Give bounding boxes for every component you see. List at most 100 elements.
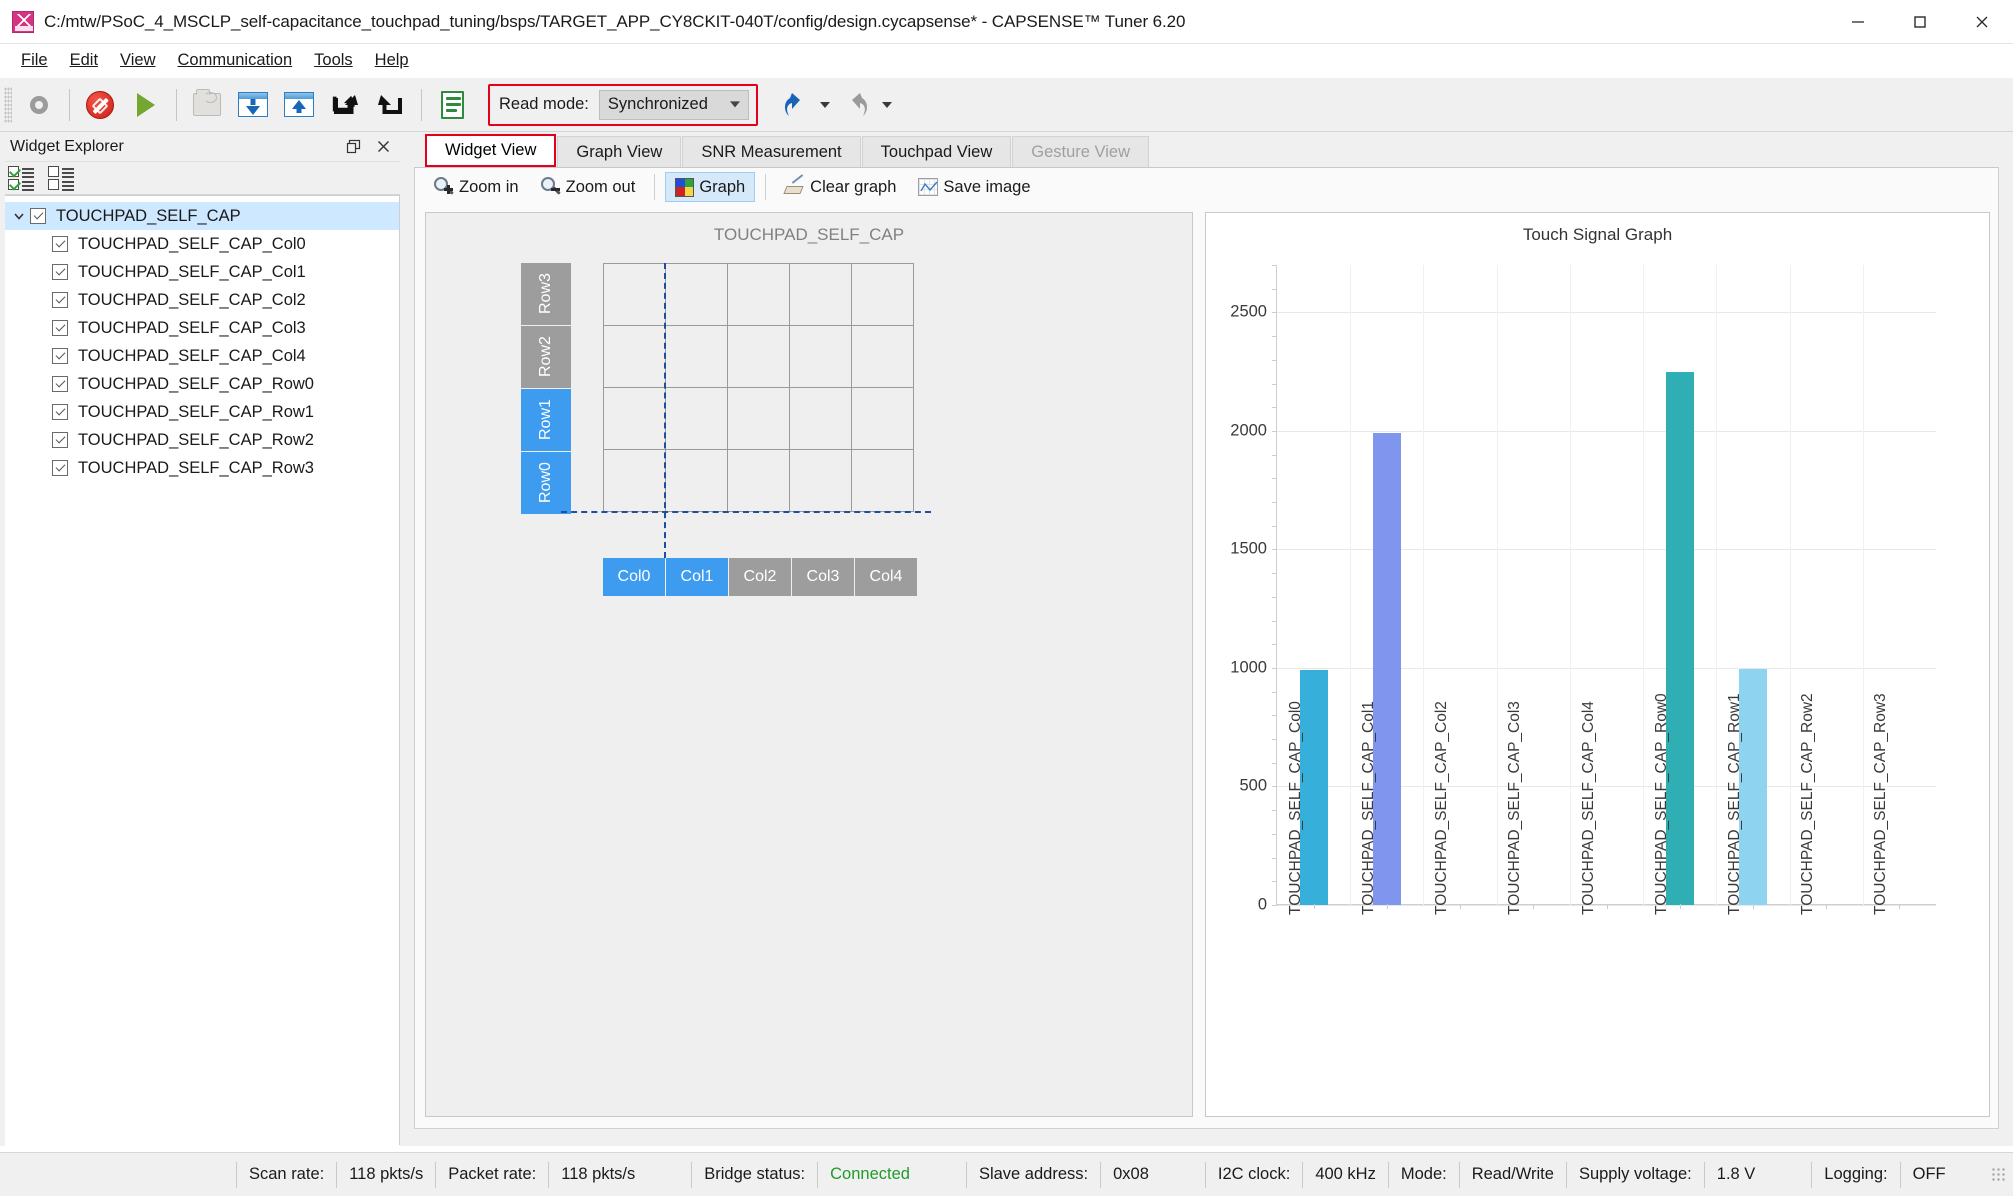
open-configuration-button[interactable] [184,83,230,127]
import-button[interactable] [322,83,368,127]
col-label-col2[interactable]: Col2 [729,558,791,596]
tree-item-checkbox[interactable] [52,460,68,476]
maximize-button[interactable] [1889,0,1951,44]
minimize-button[interactable] [1827,0,1889,44]
disconnect-button[interactable] [77,83,123,127]
chart-y-minor-tick [1272,502,1277,504]
zoom-in-button[interactable]: Zoom in [425,172,528,202]
tree-item-col4[interactable]: TOUCHPAD_SELF_CAP_Col4 [0,342,399,370]
menu-help-label: Help [374,51,409,69]
tree-item-col0[interactable]: TOUCHPAD_SELF_CAP_Col0 [0,230,399,258]
row-label-row2[interactable]: Row2 [521,326,571,388]
touchpad-cell[interactable] [664,386,728,450]
touchpad-cell[interactable] [788,448,852,512]
menu-edit[interactable]: Edit [59,48,109,73]
touchpad-cell[interactable] [664,324,728,388]
graph-toggle-button[interactable]: Graph [665,172,756,202]
row-label-row3[interactable]: Row3 [521,263,571,325]
touchpad-cell[interactable] [850,324,914,388]
tab-snr-measurement[interactable]: SNR Measurement [682,136,861,167]
col-label-col1[interactable]: Col1 [666,558,728,596]
touchpad-cell[interactable] [602,262,666,326]
col-label-col4[interactable]: Col4 [855,558,917,596]
clear-graph-button[interactable]: Clear graph [776,172,905,202]
tree-item-checkbox[interactable] [52,292,68,308]
tree-item-row0[interactable]: TOUCHPAD_SELF_CAP_Row0 [0,370,399,398]
touchpad-cell[interactable] [850,262,914,326]
row-label-row0[interactable]: Row0 [521,452,571,514]
tree-item-row3[interactable]: TOUCHPAD_SELF_CAP_Row3 [0,454,399,482]
apply-to-device-button[interactable] [230,83,276,127]
close-panel-button[interactable] [374,138,392,156]
tree-item-checkbox[interactable] [52,432,68,448]
tree-item-checkbox[interactable] [52,264,68,280]
log-button[interactable] [429,83,475,127]
row-label-row1[interactable]: Row1 [521,389,571,451]
tree-item-row2[interactable]: TOUCHPAD_SELF_CAP_Row2 [0,426,399,454]
tab-graph-view[interactable]: Graph View [557,136,682,167]
menu-tools[interactable]: Tools [303,48,364,73]
tree-root-checkbox[interactable] [30,208,46,224]
touchpad-cell[interactable] [850,448,914,512]
apply-to-project-button[interactable] [276,83,322,127]
tree-item-checkbox[interactable] [52,404,68,420]
tree-item-label: TOUCHPAD_SELF_CAP_Col2 [78,290,306,309]
menu-communication[interactable]: Communication [167,48,304,73]
touchpad-cell[interactable] [602,386,666,450]
touchpad-cell[interactable] [726,324,790,388]
close-button[interactable] [1951,0,2013,44]
chart-x-tick [1606,904,1608,909]
touchpad-grid[interactable] [602,262,914,512]
tree-item-col2[interactable]: TOUCHPAD_SELF_CAP_Col2 [0,286,399,314]
touchpad-cell[interactable] [726,262,790,326]
undo-dropdown-caret-icon[interactable] [819,101,830,108]
tree-item-checkbox[interactable] [52,320,68,336]
touchpad-cell[interactable] [664,262,728,326]
tree-item-checkbox[interactable] [52,236,68,252]
chart-plot-area[interactable]: 0 500 1000 1500 2000 2500 TOUCHPAD_SELF_CAP_Co… [1230,265,1936,915]
tree-item-row1[interactable]: TOUCHPAD_SELF_CAP_Row1 [0,398,399,426]
save-image-button[interactable]: Save image [909,172,1039,202]
zoom-out-button[interactable]: Zoom out [532,172,645,202]
configure-widgets-button[interactable] [16,83,62,127]
start-button[interactable] [123,83,169,127]
tree-item-col1[interactable]: TOUCHPAD_SELF_CAP_Col1 [0,258,399,286]
resize-grip[interactable] [1991,1166,2007,1183]
col-label-col3[interactable]: Col3 [792,558,854,596]
touchpad-cell[interactable] [788,324,852,388]
touchpad-cell[interactable] [726,448,790,512]
menu-view[interactable]: View [109,48,166,73]
toolbar-drag-handle[interactable] [4,86,12,123]
touchpad-cell[interactable] [602,448,666,512]
folder-open-icon [193,89,221,116]
read-mode-select[interactable]: Synchronized [598,89,749,120]
menu-edit-label: Edit [69,51,99,69]
touchpad-cell[interactable] [788,262,852,326]
tree-item-checkbox[interactable] [52,348,68,364]
touchpad-cell[interactable] [664,448,728,512]
export-button[interactable] [368,83,414,127]
tree-item-checkbox[interactable] [52,376,68,392]
touchpad-cell[interactable] [602,324,666,388]
tree-item-col3[interactable]: TOUCHPAD_SELF_CAP_Col3 [0,314,399,342]
chart-vertical-gridline [1496,265,1498,905]
tab-touchpad-view[interactable]: Touchpad View [861,136,1012,167]
uncheck-all-button[interactable] [48,166,76,191]
chevron-down-icon[interactable] [8,209,30,223]
touchpad-cell[interactable] [788,386,852,450]
col-label-col0[interactable]: Col0 [603,558,665,596]
tab-widget-view[interactable]: Widget View [425,134,557,167]
chart-y-minor-tick [1272,478,1277,480]
float-panel-button[interactable] [344,138,362,156]
widget-explorer-toolbar [0,162,400,195]
touchpad-cell[interactable] [850,386,914,450]
touchpad-cell[interactable] [726,386,790,450]
check-all-button[interactable] [8,166,36,191]
menu-file[interactable]: File [10,48,59,73]
redo-button[interactable] [834,83,880,127]
menu-communication-label: Communication [177,51,293,69]
redo-dropdown-caret-icon[interactable] [881,101,892,108]
tree-item-root[interactable]: TOUCHPAD_SELF_CAP [0,202,399,230]
menu-help[interactable]: Help [364,48,420,73]
undo-button[interactable] [772,83,818,127]
